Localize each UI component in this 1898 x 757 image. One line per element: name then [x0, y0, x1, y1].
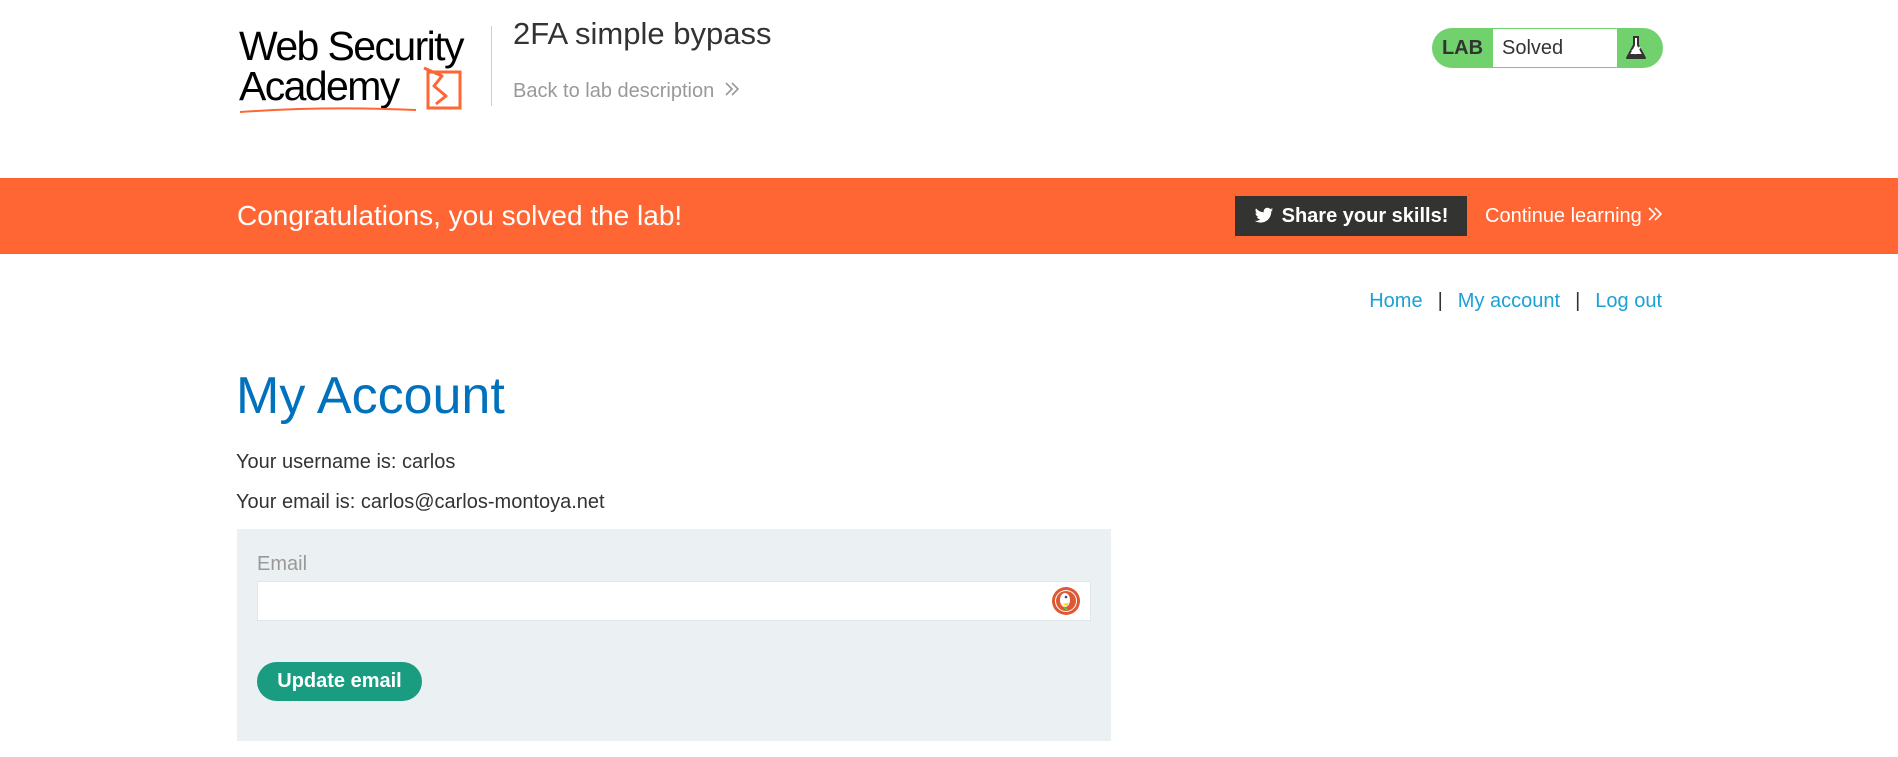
email-text: Your email is: carlos@carlos-montoya.net: [236, 491, 605, 513]
back-link-label: Back to lab description: [513, 80, 715, 102]
twitter-icon: [1254, 207, 1273, 223]
banner-message: Congratulations, you solved the lab!: [237, 200, 683, 231]
email-label: Email: [257, 553, 308, 575]
chevron-double-right-icon: [724, 80, 740, 103]
lab-status-widget: LAB Solved: [1432, 28, 1663, 68]
nav-my-account-link[interactable]: My account: [1458, 290, 1560, 313]
nav-home-link[interactable]: Home: [1369, 290, 1422, 313]
lab-status-label: LAB: [1441, 37, 1484, 59]
academy-logo[interactable]: Web Security Academy: [236, 22, 490, 118]
account-nav: Home | My account | Log out: [1369, 290, 1662, 313]
continue-learning-link[interactable]: Continue learning: [1485, 196, 1662, 236]
back-to-lab-description-link[interactable]: Back to lab description: [513, 80, 740, 103]
share-skills-button[interactable]: Share your skills!: [1235, 196, 1467, 236]
email-input[interactable]: [257, 581, 1091, 621]
duckduckgo-icon[interactable]: [1051, 586, 1081, 616]
academy-logo-graphic: Web Security Academy: [239, 23, 467, 113]
nav-log-out-link[interactable]: Log out: [1595, 290, 1662, 313]
lab-title: 2FA simple bypass: [513, 16, 772, 51]
update-email-button[interactable]: Update email: [257, 662, 422, 701]
page-header: Web Security Academy 2FA simple bypass B…: [0, 0, 1898, 178]
username-text: Your username is: carlos: [236, 451, 456, 473]
header-divider: [491, 26, 492, 106]
flask-icon: [1622, 34, 1650, 62]
lab-status-text: Solved: [1493, 29, 1617, 67]
svg-text:Academy: Academy: [239, 63, 401, 109]
share-skills-label: Share your skills!: [1281, 204, 1449, 227]
nav-separator: |: [1437, 290, 1443, 312]
update-email-form: Email Update email: [237, 529, 1111, 741]
chevron-double-right-icon: [1648, 196, 1662, 236]
continue-learning-label: Continue learning: [1485, 205, 1642, 227]
page-title: My Account: [236, 367, 505, 425]
nav-separator: |: [1575, 290, 1581, 312]
